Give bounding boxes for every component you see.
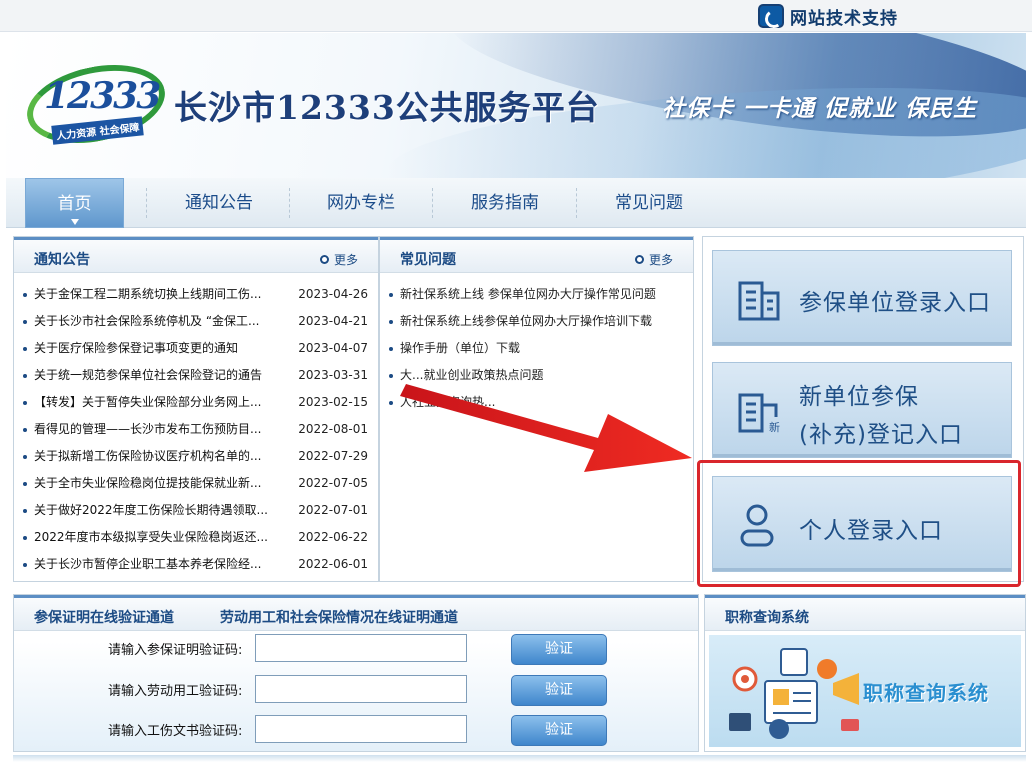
faq-item-title: 新社保系统上线参保单位网办大厅操作培训下载 <box>400 314 653 328</box>
list-item[interactable]: 关于做好2022年度工伤保险长期待遇领取... 2022-07-01 <box>14 497 378 524</box>
verify-input-certificate[interactable] <box>255 634 467 662</box>
notice-date: 2023-03-31 <box>298 368 368 382</box>
list-item[interactable]: 关于全市失业保险稳岗位提技能保就业新... 2022-07-05 <box>14 470 378 497</box>
list-item[interactable]: 关于金保工程二期系统切换上线期间工伤... 2023-04-26 <box>14 281 378 308</box>
nav-divider <box>289 188 290 218</box>
notices-title: 通知公告 <box>34 252 90 268</box>
notice-title: 关于全市失业保险稳岗位提技能保就业新... <box>34 476 262 490</box>
notice-title: 关于拟新增工伤保险协议医疗机构名单的... <box>34 449 262 463</box>
red-arrow-icon <box>400 384 692 472</box>
main-nav: 首页 通知公告 网办专栏 服务指南 常见问题 <box>6 178 1026 228</box>
verify-button[interactable]: 验证 <box>511 715 607 746</box>
more-dot-icon <box>634 255 644 264</box>
new-unit-label-line2: (补充)登记入口 <box>799 422 963 448</box>
faq-more-link[interactable]: 更多 <box>634 251 673 268</box>
nav-divider <box>146 188 147 218</box>
list-item[interactable]: 新社保系统上线参保单位网办大厅操作培训下载 <box>380 308 693 335</box>
tech-support-link[interactable]: 网站技术支持 <box>758 4 898 29</box>
site-title: 长沙市12333公共服务平台 <box>174 88 600 127</box>
verify-label-certificate: 请输入参保证明验证码: <box>108 643 243 658</box>
verify-label-injury: 请输入工伤文书验证码: <box>108 724 243 739</box>
notice-title: 关于长沙市社会保险系统停机及 “金保工... <box>34 314 260 328</box>
title-query-panel: 职称查询系统 职称查询系统 <box>704 594 1026 752</box>
nav-faq[interactable]: 常见问题 <box>586 178 712 228</box>
nav-online-services[interactable]: 网办专栏 <box>298 178 424 228</box>
notice-date: 2023-04-26 <box>298 287 368 301</box>
title-query-header: 职称查询系统 <box>705 595 1025 631</box>
title-query-banner-text: 职称查询系统 <box>863 681 989 705</box>
unit-login-button[interactable]: 参保单位登录入口 <box>712 250 1012 346</box>
list-item[interactable]: 关于医疗保险参保登记事项变更的通知 2023-04-07 <box>14 335 378 362</box>
site-banner: 12333 人力资源 社会保障 长沙市12333公共服务平台 社保卡 一卡通 促… <box>6 33 1026 178</box>
list-item[interactable]: 【转发】关于暂停失业保险部分业务网上... 2023-02-15 <box>14 389 378 416</box>
more-dot-icon <box>319 255 329 264</box>
notice-date: 2022-07-05 <box>298 476 368 490</box>
new-unit-label-line1: 新单位参保 <box>799 384 919 410</box>
notice-title: 关于金保工程二期系统切换上线期间工伤... <box>34 287 262 301</box>
list-item[interactable]: 关于拟新增工伤保险协议医疗机构名单的... 2022-07-29 <box>14 443 378 470</box>
notice-date: 2022-08-01 <box>298 422 368 436</box>
list-item[interactable]: 看得见的管理——长沙市发布工伤预防目... 2022-08-01 <box>14 416 378 443</box>
notice-date: 2023-04-21 <box>298 314 368 328</box>
notice-date: 2022-07-29 <box>298 449 368 463</box>
notice-title: 2022年度市本级拟享受失业保险稳岗返还... <box>34 530 268 544</box>
notices-more-link[interactable]: 更多 <box>319 251 358 268</box>
verify-label-employment: 请输入劳动用工验证码: <box>108 684 243 699</box>
notices-list: 关于金保工程二期系统切换上线期间工伤... 2023-04-26 关于长沙市社会保… <box>14 281 378 578</box>
notice-date: 2022-07-01 <box>298 503 368 517</box>
notice-date: 2022-06-01 <box>298 557 368 571</box>
list-item[interactable]: 关于长沙市社会保险系统停机及 “金保工... 2023-04-21 <box>14 308 378 335</box>
notice-date: 2023-02-15 <box>298 395 368 409</box>
unit-login-label: 参保单位登录入口 <box>799 290 991 316</box>
notice-title: 【转发】关于暂停失业保险部分业务网上... <box>34 395 262 409</box>
banner-slogan: 社保卡 一卡通 促就业 保民生 <box>662 96 978 122</box>
verify-tab-certificate[interactable]: 参保证明在线验证通道 <box>34 607 174 627</box>
faq-more-label: 更多 <box>648 253 673 267</box>
nav-divider <box>576 188 577 218</box>
notices-more-label: 更多 <box>333 253 358 267</box>
notice-title: 看得见的管理——长沙市发布工伤预防目... <box>34 422 262 436</box>
tech-support-label: 网站技术支持 <box>790 8 898 29</box>
list-item[interactable]: 关于统一规范参保单位社会保险登记的通告 2023-03-31 <box>14 362 378 389</box>
verify-button[interactable]: 验证 <box>511 634 607 665</box>
list-item[interactable]: 2022年度市本级拟享受失业保险稳岗返还... 2022-06-22 <box>14 524 378 551</box>
nav-home[interactable]: 首页 <box>25 178 124 228</box>
title-query-banner[interactable]: 职称查询系统 <box>709 635 1021 747</box>
site-logo[interactable]: 12333 人力资源 社会保障 <box>19 53 173 155</box>
verify-input-employment[interactable] <box>255 675 467 703</box>
verify-header: 参保证明在线验证通道 劳动用工和社会保险情况在线证明通道 <box>14 595 698 631</box>
faq-item-title: 新社保系统上线 参保单位网办大厅操作常见问题 <box>400 287 656 301</box>
nav-service-guide[interactable]: 服务指南 <box>442 178 568 228</box>
new-unit-register-button[interactable]: 新 新单位参保 (补充)登记入口 <box>712 362 1012 458</box>
notice-date: 2023-04-07 <box>298 341 368 355</box>
phone-support-icon <box>758 4 784 28</box>
notice-date: 2022-06-22 <box>298 530 368 544</box>
list-item[interactable]: 新社保系统上线 参保单位网办大厅操作常见问题 <box>380 281 693 308</box>
notices-header: 通知公告 更多 <box>14 237 378 273</box>
verify-button[interactable]: 验证 <box>511 675 607 706</box>
footer-strip <box>13 755 1026 762</box>
verify-input-injury[interactable] <box>255 715 467 743</box>
notice-title: 关于长沙市暂停企业职工基本养老保险经... <box>34 557 262 571</box>
nav-divider <box>432 188 433 218</box>
list-item[interactable]: 关于长沙市暂停企业职工基本养老保险经... 2022-06-01 <box>14 551 378 578</box>
notices-panel: 通知公告 更多 关于金保工程二期系统切换上线期间工伤... 2023-04-26 … <box>13 236 379 582</box>
verify-tab-employment[interactable]: 劳动用工和社会保险情况在线证明通道 <box>220 607 458 627</box>
faq-header: 常见问题 更多 <box>380 237 693 273</box>
personal-login-highlight <box>697 460 1021 587</box>
notice-title: 关于医疗保险参保登记事项变更的通知 <box>34 341 239 355</box>
title-query-title: 职称查询系统 <box>725 610 809 626</box>
building-icon <box>738 281 780 321</box>
nav-notices[interactable]: 通知公告 <box>156 178 282 228</box>
notice-title: 关于做好2022年度工伤保险长期待遇领取... <box>34 503 268 517</box>
new-badge: 新 <box>769 421 780 434</box>
top-bar: 网站技术支持 <box>0 0 1032 32</box>
logo-number: 12333 <box>44 75 161 117</box>
notice-title: 关于统一规范参保单位社会保险登记的通告 <box>34 368 263 382</box>
faq-title: 常见问题 <box>400 252 456 268</box>
